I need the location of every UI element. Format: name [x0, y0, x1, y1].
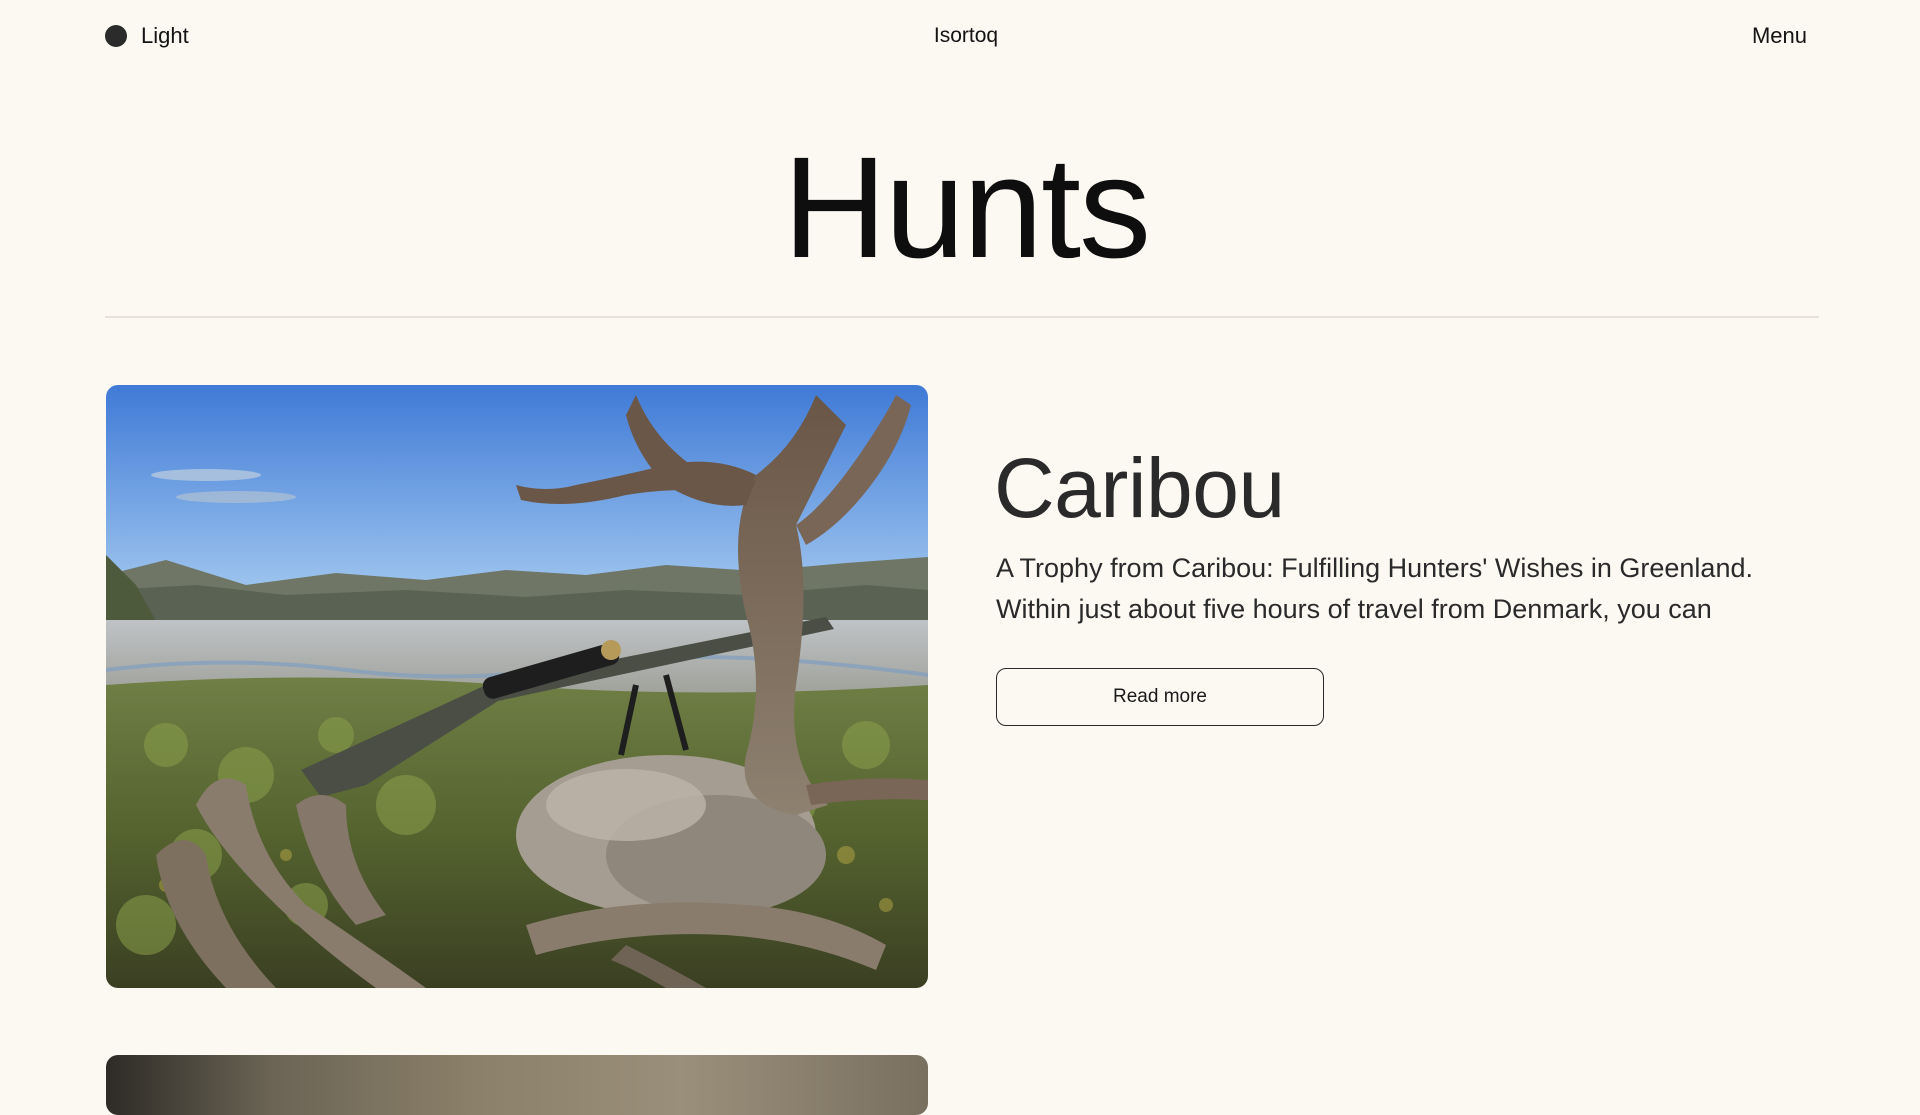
- read-more-button[interactable]: Read more: [996, 668, 1324, 726]
- card-excerpt: A Trophy from Caribou: Fulfilling Hunter…: [996, 553, 1753, 624]
- site-name[interactable]: Isortoq: [0, 22, 1920, 50]
- next-card-image[interactable]: [106, 1055, 928, 1115]
- top-bar: Light Isortoq Menu: [0, 0, 1920, 72]
- card-image[interactable]: [106, 385, 928, 988]
- page-title: Hunts: [782, 127, 1151, 288]
- caribou-photo: [106, 385, 928, 988]
- card-title[interactable]: Caribou: [994, 440, 1285, 536]
- divider: [105, 316, 1819, 318]
- menu-button[interactable]: Menu: [1752, 22, 1807, 50]
